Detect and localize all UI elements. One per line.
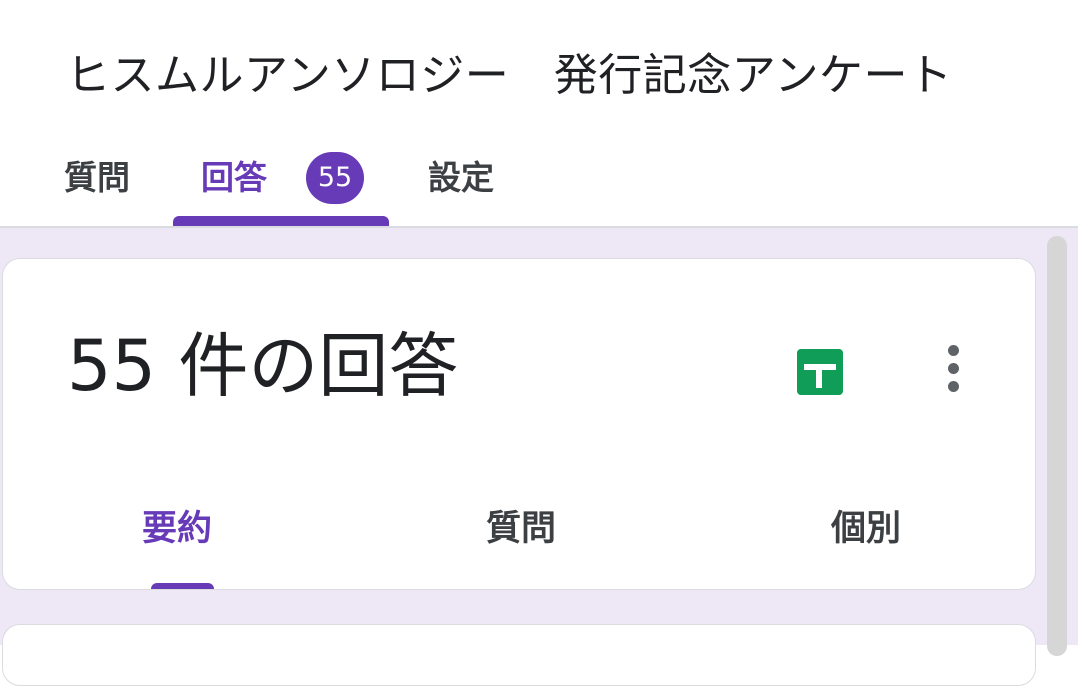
next-response-card bbox=[2, 624, 1036, 686]
scrollbar-thumb[interactable] bbox=[1047, 236, 1067, 656]
subtab-question[interactable]: 質問 bbox=[391, 499, 651, 559]
google-sheets-icon bbox=[797, 349, 843, 395]
subtab-summary[interactable]: 要約 bbox=[47, 499, 307, 559]
responses-panel: 55 件の回答 要約 質問 個別 bbox=[0, 228, 1078, 686]
more-options-button[interactable] bbox=[925, 339, 981, 405]
tab-questions[interactable]: 質問 bbox=[64, 148, 130, 208]
scrollbar[interactable] bbox=[1044, 236, 1070, 656]
active-subtab-indicator bbox=[151, 583, 214, 589]
subtab-individual[interactable]: 個別 bbox=[736, 499, 996, 559]
tab-responses[interactable]: 回答 bbox=[201, 148, 267, 208]
form-header: ヒスムルアンソロジー 発行記念アンケート 質問 回答 55 設定 bbox=[0, 0, 1078, 228]
tab-settings[interactable]: 設定 bbox=[428, 148, 494, 208]
responses-summary-card: 55 件の回答 要約 質問 個別 bbox=[2, 258, 1036, 590]
link-to-sheets-button[interactable] bbox=[787, 339, 851, 403]
form-title[interactable]: ヒスムルアンソロジー 発行記念アンケート bbox=[66, 46, 952, 106]
responses-count-badge: 55 bbox=[306, 152, 364, 204]
active-tab-indicator bbox=[173, 216, 389, 226]
response-count-heading: 55 件の回答 bbox=[67, 325, 459, 407]
